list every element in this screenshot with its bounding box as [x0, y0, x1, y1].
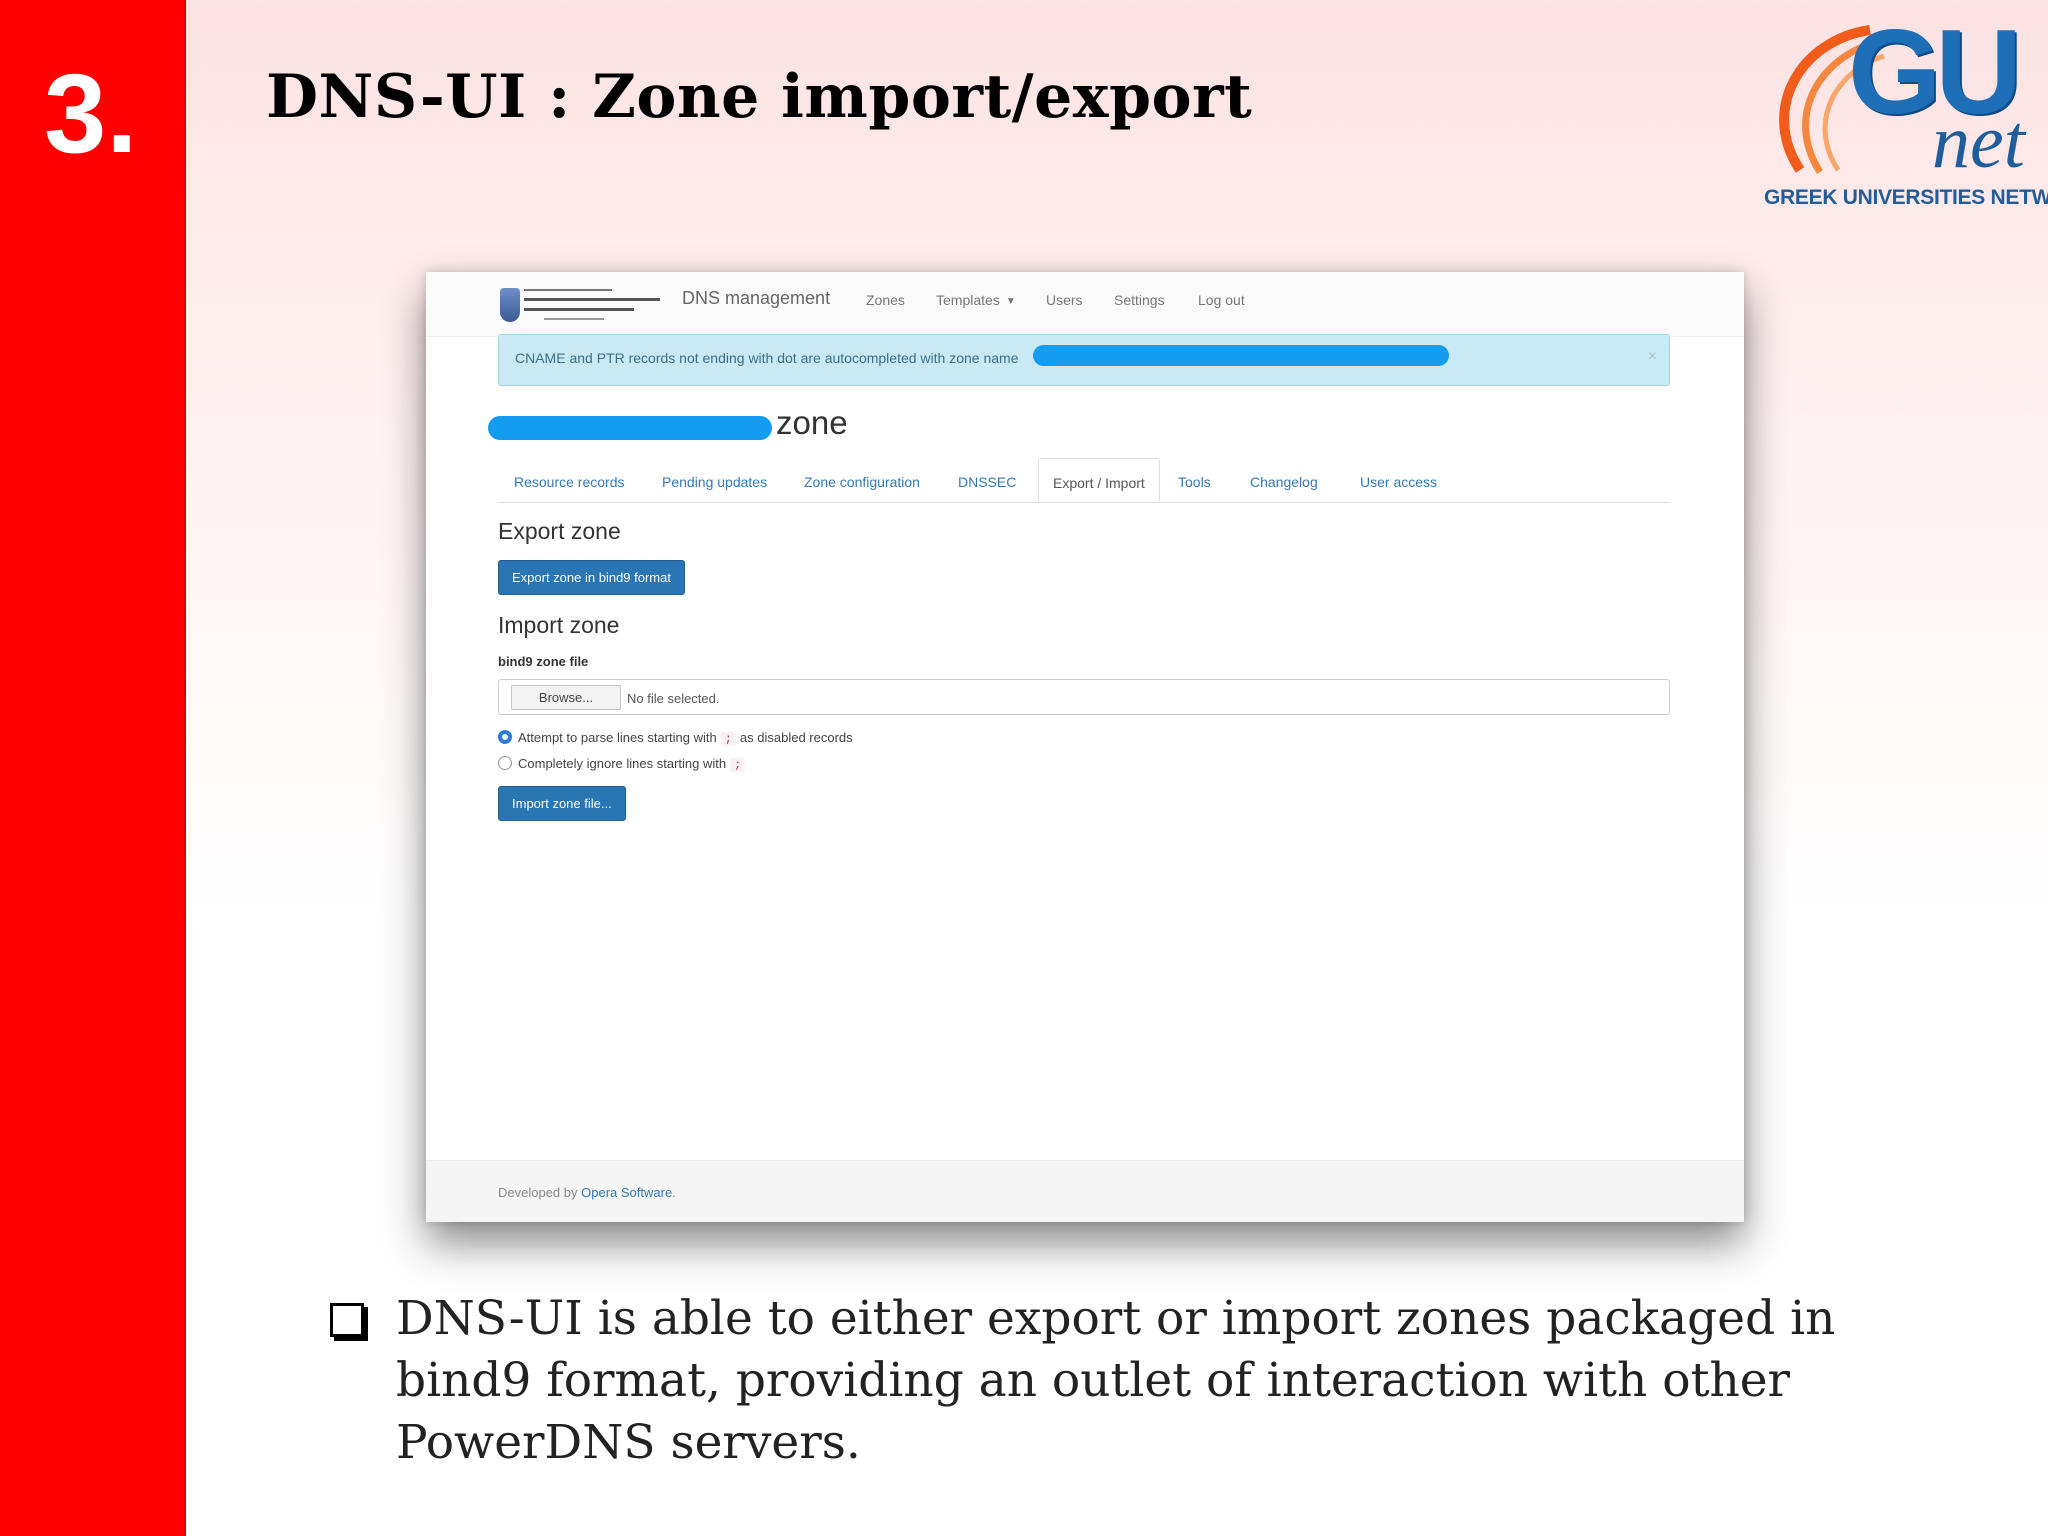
tab-pending-updates[interactable]: Pending updates [662, 474, 767, 490]
footer-prefix: Developed by [498, 1185, 578, 1200]
radio-parse-disabled[interactable] [498, 730, 512, 744]
alert-text: CNAME and PTR records not ending with do… [515, 350, 1019, 366]
nav-templates-label: Templates [936, 292, 1000, 308]
close-icon[interactable]: × [1648, 348, 1657, 366]
caret-down-icon: ▼ [1005, 296, 1016, 307]
checkbox-bullet-icon [330, 1303, 364, 1337]
option1-text-after: as disabled records [739, 730, 853, 745]
export-zone-heading: Export zone [498, 518, 621, 544]
tab-tools[interactable]: Tools [1178, 474, 1211, 490]
tab-user-access[interactable]: User access [1360, 474, 1437, 490]
tab-export-import[interactable]: Export / Import [1038, 458, 1160, 501]
bullet-text: DNS-UI is able to either export or impor… [396, 1291, 1836, 1470]
page-footer: Developed by Opera Software. [426, 1160, 1744, 1222]
zone-name-redaction [488, 416, 772, 440]
university-emblem-icon [500, 284, 666, 326]
nav-zones[interactable]: Zones [866, 292, 905, 308]
zone-heading: zone [776, 404, 848, 441]
dns-ui-screenshot: DNS management Zones Templates ▼ Users Se… [426, 272, 1744, 1222]
nav-templates[interactable]: Templates ▼ [936, 292, 1016, 308]
zone-tabs: Resource records Pending updates Zone co… [498, 458, 1670, 503]
info-alert: CNAME and PTR records not ending with do… [498, 334, 1670, 386]
export-zone-button[interactable]: Export zone in bind9 format [498, 560, 685, 595]
file-status: No file selected. [627, 691, 720, 706]
app-brand[interactable]: DNS management [682, 288, 830, 309]
tab-changelog[interactable]: Changelog [1250, 474, 1318, 490]
footer-suffix: . [672, 1185, 676, 1200]
logo-net-text: net [1932, 100, 2025, 184]
top-navbar: DNS management Zones Templates ▼ Users Se… [426, 272, 1744, 337]
option-ignore-lines[interactable]: Completely ignore lines starting with; [498, 756, 749, 772]
opera-software-link[interactable]: Opera Software [581, 1185, 672, 1200]
footer-text: Developed by Opera Software. [498, 1185, 676, 1200]
tab-resource-records[interactable]: Resource records [514, 474, 625, 490]
option-parse-disabled[interactable]: Attempt to parse lines starting with; as … [498, 730, 853, 746]
import-zone-heading: Import zone [498, 612, 620, 638]
slide-title: DNS-UI : Zone import/export [266, 62, 1253, 132]
grnet-logo: GU net GREEK UNIVERSITIES NETWORK [1760, 12, 2048, 212]
redaction-mark [1033, 345, 1449, 366]
option1-text-before: Attempt to parse lines starting with [518, 730, 717, 745]
crest-icon [500, 288, 520, 322]
emblem-text-image [524, 289, 660, 320]
logo-subtitle: GREEK UNIVERSITIES NETWORK [1764, 186, 2048, 209]
option2-text: Completely ignore lines starting with [518, 756, 727, 771]
nav-logout[interactable]: Log out [1198, 292, 1245, 308]
nav-users[interactable]: Users [1046, 292, 1083, 308]
tab-dnssec[interactable]: DNSSEC [958, 474, 1016, 490]
import-zone-button[interactable]: Import zone file... [498, 786, 626, 821]
slide-number: 3. [44, 51, 138, 176]
tab-zone-configuration[interactable]: Zone configuration [804, 474, 920, 490]
red-side-bar: 3. [0, 0, 186, 1536]
comment-char-code: ; [720, 732, 736, 746]
radio-ignore-lines[interactable] [498, 756, 512, 770]
zone-file-input[interactable]: Browse... No file selected. [498, 679, 1670, 715]
zone-file-label: bind9 zone file [498, 654, 589, 669]
comment-char-code-2: ; [730, 758, 746, 772]
nav-settings[interactable]: Settings [1114, 292, 1165, 308]
browse-button[interactable]: Browse... [511, 685, 621, 710]
